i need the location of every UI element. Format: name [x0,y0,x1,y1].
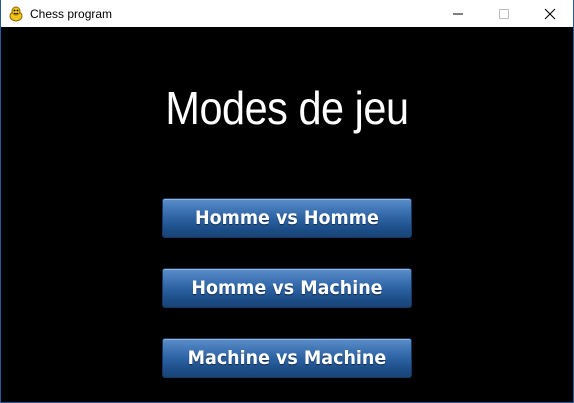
maximize-icon [499,8,509,19]
title-bar[interactable]: Chess program [1,0,573,27]
close-button[interactable] [527,0,573,27]
button-label: Homme vs Homme [195,207,379,229]
minimize-icon [453,13,463,14]
button-label: Homme vs Machine [191,277,383,299]
main-content: Modes de jeu Homme vs Homme Homme vs Mac… [1,27,573,402]
close-icon [544,8,556,19]
homme-vs-machine-button[interactable]: Homme vs Machine [162,268,412,308]
machine-vs-machine-button[interactable]: Machine vs Machine [162,338,412,378]
python-snake-icon [9,6,23,21]
app-window: Chess program Modes de jeu Homme vs Homm… [0,0,574,403]
page-title: Modes de jeu [165,82,409,134]
maximize-button[interactable] [481,0,527,27]
homme-vs-homme-button[interactable]: Homme vs Homme [162,198,412,238]
button-label: Machine vs Machine [187,347,387,369]
window-title: Chess program [30,6,113,21]
minimize-button[interactable] [435,0,481,27]
